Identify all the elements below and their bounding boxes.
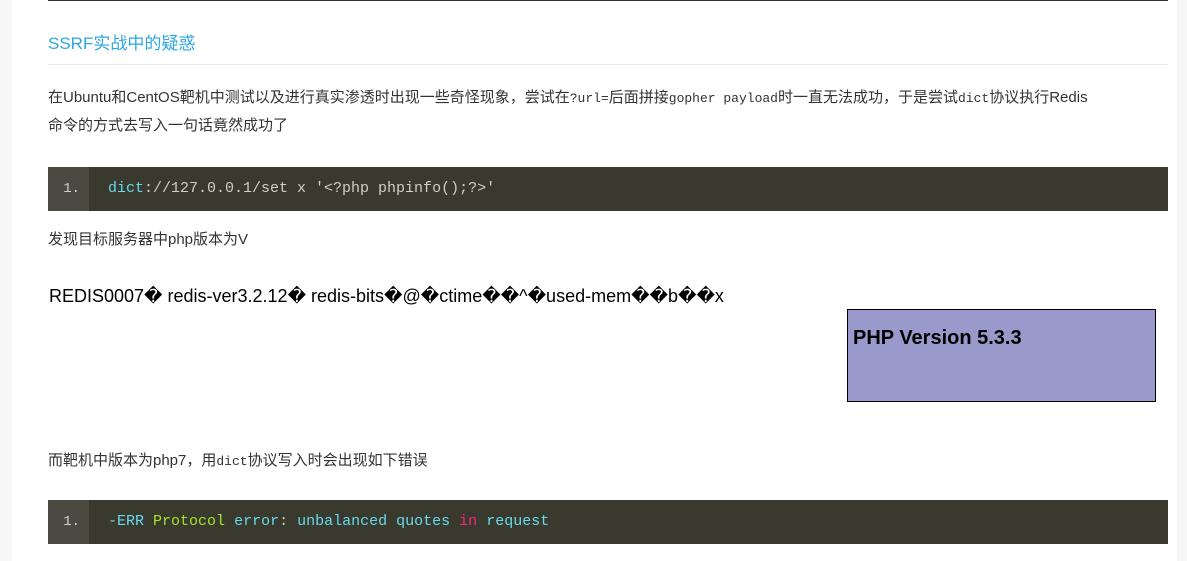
inline-code-url-param: ?url= xyxy=(569,91,609,106)
code-line: -ERR Protocol error: unbalanced quotes i… xyxy=(108,500,549,544)
redis-output-text: REDIS0007� redis-ver3.2.12� redis-bits�@… xyxy=(49,286,724,306)
code-token: : xyxy=(279,513,298,530)
line-number: 1. xyxy=(48,167,89,211)
intro-text: 协议执行Redis xyxy=(989,89,1088,106)
intro-paragraph-line-1: 在Ubuntu和CentOS靶机中测试以及进行真实渗透时出现一些奇怪现象，尝试在… xyxy=(48,84,1088,113)
code-token: error xyxy=(234,513,280,530)
php-version-title: PHP Version 5.3.3 xyxy=(853,327,1022,349)
intro-text: 时一直无法成功，于是尝试 xyxy=(777,89,958,106)
note-text: 协议写入时会出现如下错误 xyxy=(247,452,428,469)
code-block-error: 1. -ERR Protocol error: unbalanced quote… xyxy=(48,500,1168,544)
code-token: Protocol xyxy=(153,513,226,530)
intro-text: 后面拼接 xyxy=(608,89,669,106)
line-number: 1. xyxy=(48,500,89,544)
top-divider xyxy=(48,0,1168,1)
php-version-box: PHP Version 5.3.3 xyxy=(847,309,1156,402)
note-text: 而靶机中版本为php7，用 xyxy=(48,452,217,469)
intro-text: 在Ubuntu和CentOS靶机中测试以及进行真实渗透时出现一些奇怪现象，尝试在 xyxy=(48,89,570,106)
inline-code-dict: dict xyxy=(958,91,990,106)
section-title: SSRF实战中的疑惑 xyxy=(48,34,196,53)
code-token-scheme: dict xyxy=(108,180,145,197)
target-note-paragraph: 而靶机中版本为php7，用dict协议写入时会出现如下错误 xyxy=(48,447,428,476)
code-token: quotes xyxy=(396,513,451,530)
inline-code-gopher: gopher payload xyxy=(668,91,778,106)
code-token: request xyxy=(486,513,550,530)
code-token-rest: ://127.0.0.1/set x '<?php phpinfo();?>' xyxy=(144,180,496,197)
code-block-dict-command: 1. dict://127.0.0.1/set x '<?php phpinfo… xyxy=(48,167,1168,211)
inline-code-dict: dict xyxy=(216,454,248,469)
code-line: dict://127.0.0.1/set x '<?php phpinfo();… xyxy=(108,167,495,211)
code-token: -ERR xyxy=(108,513,145,530)
code-token: unbalanced xyxy=(297,513,388,530)
intro-paragraph-line-2: 命令的方式去写入一句话竟然成功了 xyxy=(48,117,289,134)
title-divider xyxy=(48,64,1168,65)
code-token: in xyxy=(459,513,478,530)
finding-paragraph: 发现目标服务器中php版本为V xyxy=(48,231,249,248)
article-body: SSRF实战中的疑惑 在Ubuntu和CentOS靶机中测试以及进行真实渗透时出… xyxy=(12,0,1177,561)
